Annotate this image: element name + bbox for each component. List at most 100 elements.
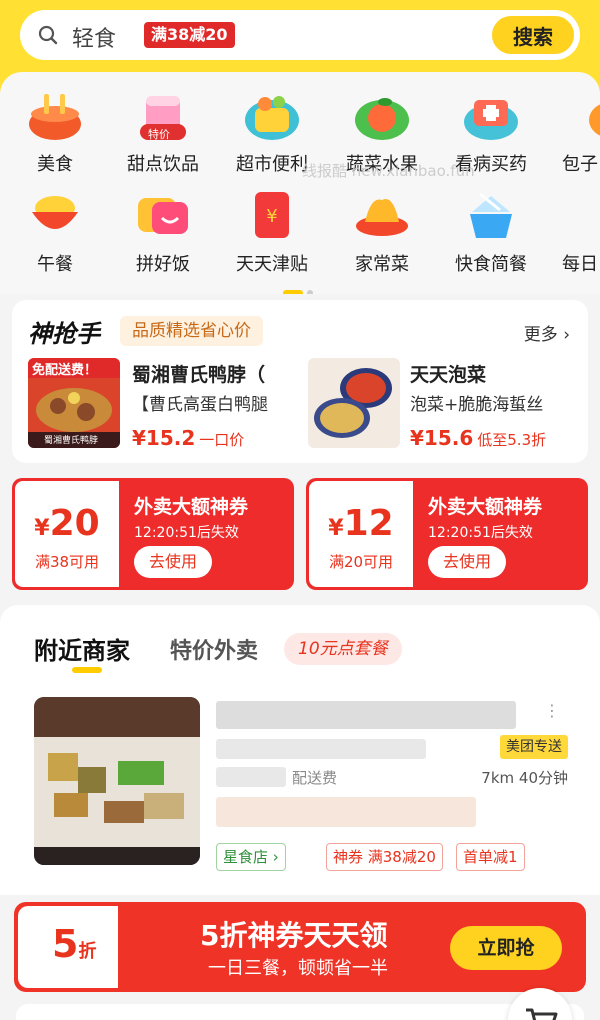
category-label: 每日 — [562, 254, 598, 275]
search-input[interactable]: 轻食 — [72, 21, 116, 53]
banner-discount-number: 5 — [52, 922, 79, 966]
tab-active-indicator — [72, 667, 102, 673]
category-home-dishes[interactable]: 家常菜 — [332, 190, 432, 276]
price-value: ¥15.2 — [132, 426, 196, 450]
coupon-currency: ¥ — [328, 516, 344, 541]
banner-discount: 5折 — [52, 922, 96, 966]
price-tag: 一口价 — [199, 431, 245, 449]
category-lunch[interactable]: 午餐 — [5, 190, 105, 276]
coupon-condition: 满38可用 — [34, 553, 100, 571]
tab-ten-yuan-meal[interactable]: 10元点套餐 — [284, 633, 402, 665]
dish-icon — [353, 190, 411, 242]
red-envelope-icon: ¥ — [243, 190, 301, 242]
coupon-value-panel: ¥20 满38可用 — [15, 481, 119, 587]
promo-banner[interactable]: 5折 5折神券天天领 一日三餐，顿顿省一半 立即抢 — [14, 902, 586, 992]
category-daily-subsidy[interactable]: ¥ 天天津贴 — [222, 190, 322, 276]
category-tag-special: 特价 — [148, 128, 170, 141]
page-dot — [307, 290, 313, 294]
product-name: 蜀湘曹氏鸭脖（ — [132, 364, 266, 386]
product-price: ¥15.6 低至5.3折 — [410, 426, 546, 450]
category-fast-food[interactable]: 快食简餐 — [441, 190, 541, 276]
product-price: ¥15.2 一口价 — [132, 426, 244, 450]
tab-discount-delivery[interactable]: 特价外卖 — [170, 633, 258, 665]
flash-sale-subtitle: 品质精选省心价 — [120, 316, 263, 346]
store-name-blurred — [216, 701, 516, 729]
category-buns[interactable]: 包子 — [550, 90, 600, 176]
search-icon — [38, 25, 58, 45]
cart-icon — [526, 1008, 558, 1020]
search-button[interactable]: 搜索 — [490, 14, 576, 56]
product-image: 免配送费！ 蜀湘曹氏鸭脖 — [28, 358, 120, 448]
flash-sale-card: 神抢手 品质精选省心价 更多 › 免配送费！ 蜀湘曹氏鸭脖 蜀湘曹氏鸭脖（ 【曹… — [12, 300, 588, 463]
category-grid: 美食 特价 甜点饮品 超市便利 蔬菜水果 看病买药 包子 午餐 拼好饭 ¥ 天天… — [0, 72, 600, 294]
store-tag-first-order: 首单减1 — [456, 843, 525, 871]
store-delivery-fee: 配送费 — [292, 769, 338, 787]
coupon-title: 外卖大额神券 — [134, 496, 249, 518]
category-label: 家常菜 — [355, 254, 409, 275]
store-rating-blurred — [216, 739, 426, 759]
search-promo-badge: 满38减20 — [144, 22, 235, 48]
product-image-brand: 蜀湘曹氏鸭脖 — [44, 436, 99, 446]
category-label: 天天津贴 — [236, 254, 308, 275]
flash-sale-title: 神抢手 — [28, 320, 100, 348]
smile-bag-icon — [134, 190, 192, 242]
category-label: 包子 — [562, 154, 598, 175]
fruit-icon — [353, 90, 411, 142]
category-group-meal[interactable]: 拼好饭 — [113, 190, 213, 276]
banner-title: 5折神券天天领 — [200, 919, 388, 952]
bun-icon — [571, 90, 600, 142]
coupon-currency: ¥ — [34, 516, 50, 541]
banner-discount-unit: 折 — [78, 941, 97, 962]
coupon-countdown: 12:20:51后失效 — [428, 525, 533, 541]
medicine-box-icon — [462, 90, 520, 142]
category-label: 午餐 — [37, 254, 73, 275]
basket-icon — [243, 90, 301, 142]
store-delivery-badge: 美团专送 — [500, 735, 568, 759]
product-image — [308, 358, 400, 448]
category-label: 美食 — [37, 154, 73, 175]
search-bar[interactable]: 轻食 满38减20 搜索 — [20, 10, 580, 60]
page-indicator — [283, 281, 313, 294]
store-tag-coupon: 神券 满38减20 — [326, 843, 443, 871]
food-bowl-icon — [26, 90, 84, 142]
drink-cup-icon: 特价 — [134, 90, 192, 142]
store-tag-star: 星食店 › — [216, 843, 286, 871]
cart-button[interactable] — [508, 988, 572, 1020]
store-distance-time: 7km 40分钟 — [481, 769, 568, 787]
banner-subtitle: 一日三餐，顿顿省一半 — [208, 958, 388, 979]
coupon-use-button[interactable]: 去使用 — [134, 546, 212, 578]
coupon-card-1[interactable]: ¥20 满38可用 外卖大额神券 12:20:51后失效 去使用 — [12, 478, 294, 590]
svg-text:¥: ¥ — [266, 206, 277, 227]
category-daily[interactable]: 每日 — [550, 190, 600, 276]
category-label: 拼好饭 — [136, 254, 190, 275]
category-label: 快食简餐 — [455, 254, 527, 275]
lunch-box-icon — [462, 190, 520, 242]
product-desc: 泡菜+脆脆海蜇丝 — [410, 395, 544, 415]
coupon-amount-value: 12 — [343, 503, 394, 544]
nearby-section: 附近商家 特价外卖 10元点套餐 ⋮ 美团专送 配送费 7km 40分钟 星食店… — [0, 605, 600, 895]
coupon-condition: 满20可用 — [328, 553, 394, 571]
coupon-use-button[interactable]: 去使用 — [428, 546, 506, 578]
tab-nearby-merchants[interactable]: 附近商家 — [34, 631, 130, 666]
coupon-card-2[interactable]: ¥12 满20可用 外卖大额神券 12:20:51后失效 去使用 — [306, 478, 588, 590]
coupon-amount-value: 20 — [49, 503, 100, 544]
coupon-amount: ¥12 — [309, 503, 413, 544]
flash-sale-more-link[interactable]: 更多 › — [524, 320, 570, 345]
store-promo-blurred — [216, 797, 476, 827]
store-more-icon[interactable]: ⋮ — [544, 701, 560, 720]
next-card — [16, 1004, 584, 1020]
store-image — [34, 697, 200, 865]
price-value: ¥15.6 — [410, 426, 474, 450]
daily-icon — [571, 190, 600, 242]
product-name: 天天泡菜 — [410, 364, 487, 386]
category-food[interactable]: 美食 — [5, 90, 105, 176]
product-image-label: 免配送费！ — [32, 363, 98, 378]
banner-grab-button[interactable]: 立即抢 — [450, 926, 562, 970]
store-info-blurred — [216, 767, 286, 787]
coupon-amount: ¥20 — [15, 503, 119, 544]
product-desc: 【曹氏高蛋白鸭腿 — [132, 395, 268, 415]
watermark: 线报酷 new.xianbao.fun — [302, 162, 475, 180]
category-dessert-drinks[interactable]: 特价 甜点饮品 — [113, 90, 213, 176]
page-dot-active — [283, 290, 303, 294]
category-label: 甜点饮品 — [127, 154, 199, 175]
